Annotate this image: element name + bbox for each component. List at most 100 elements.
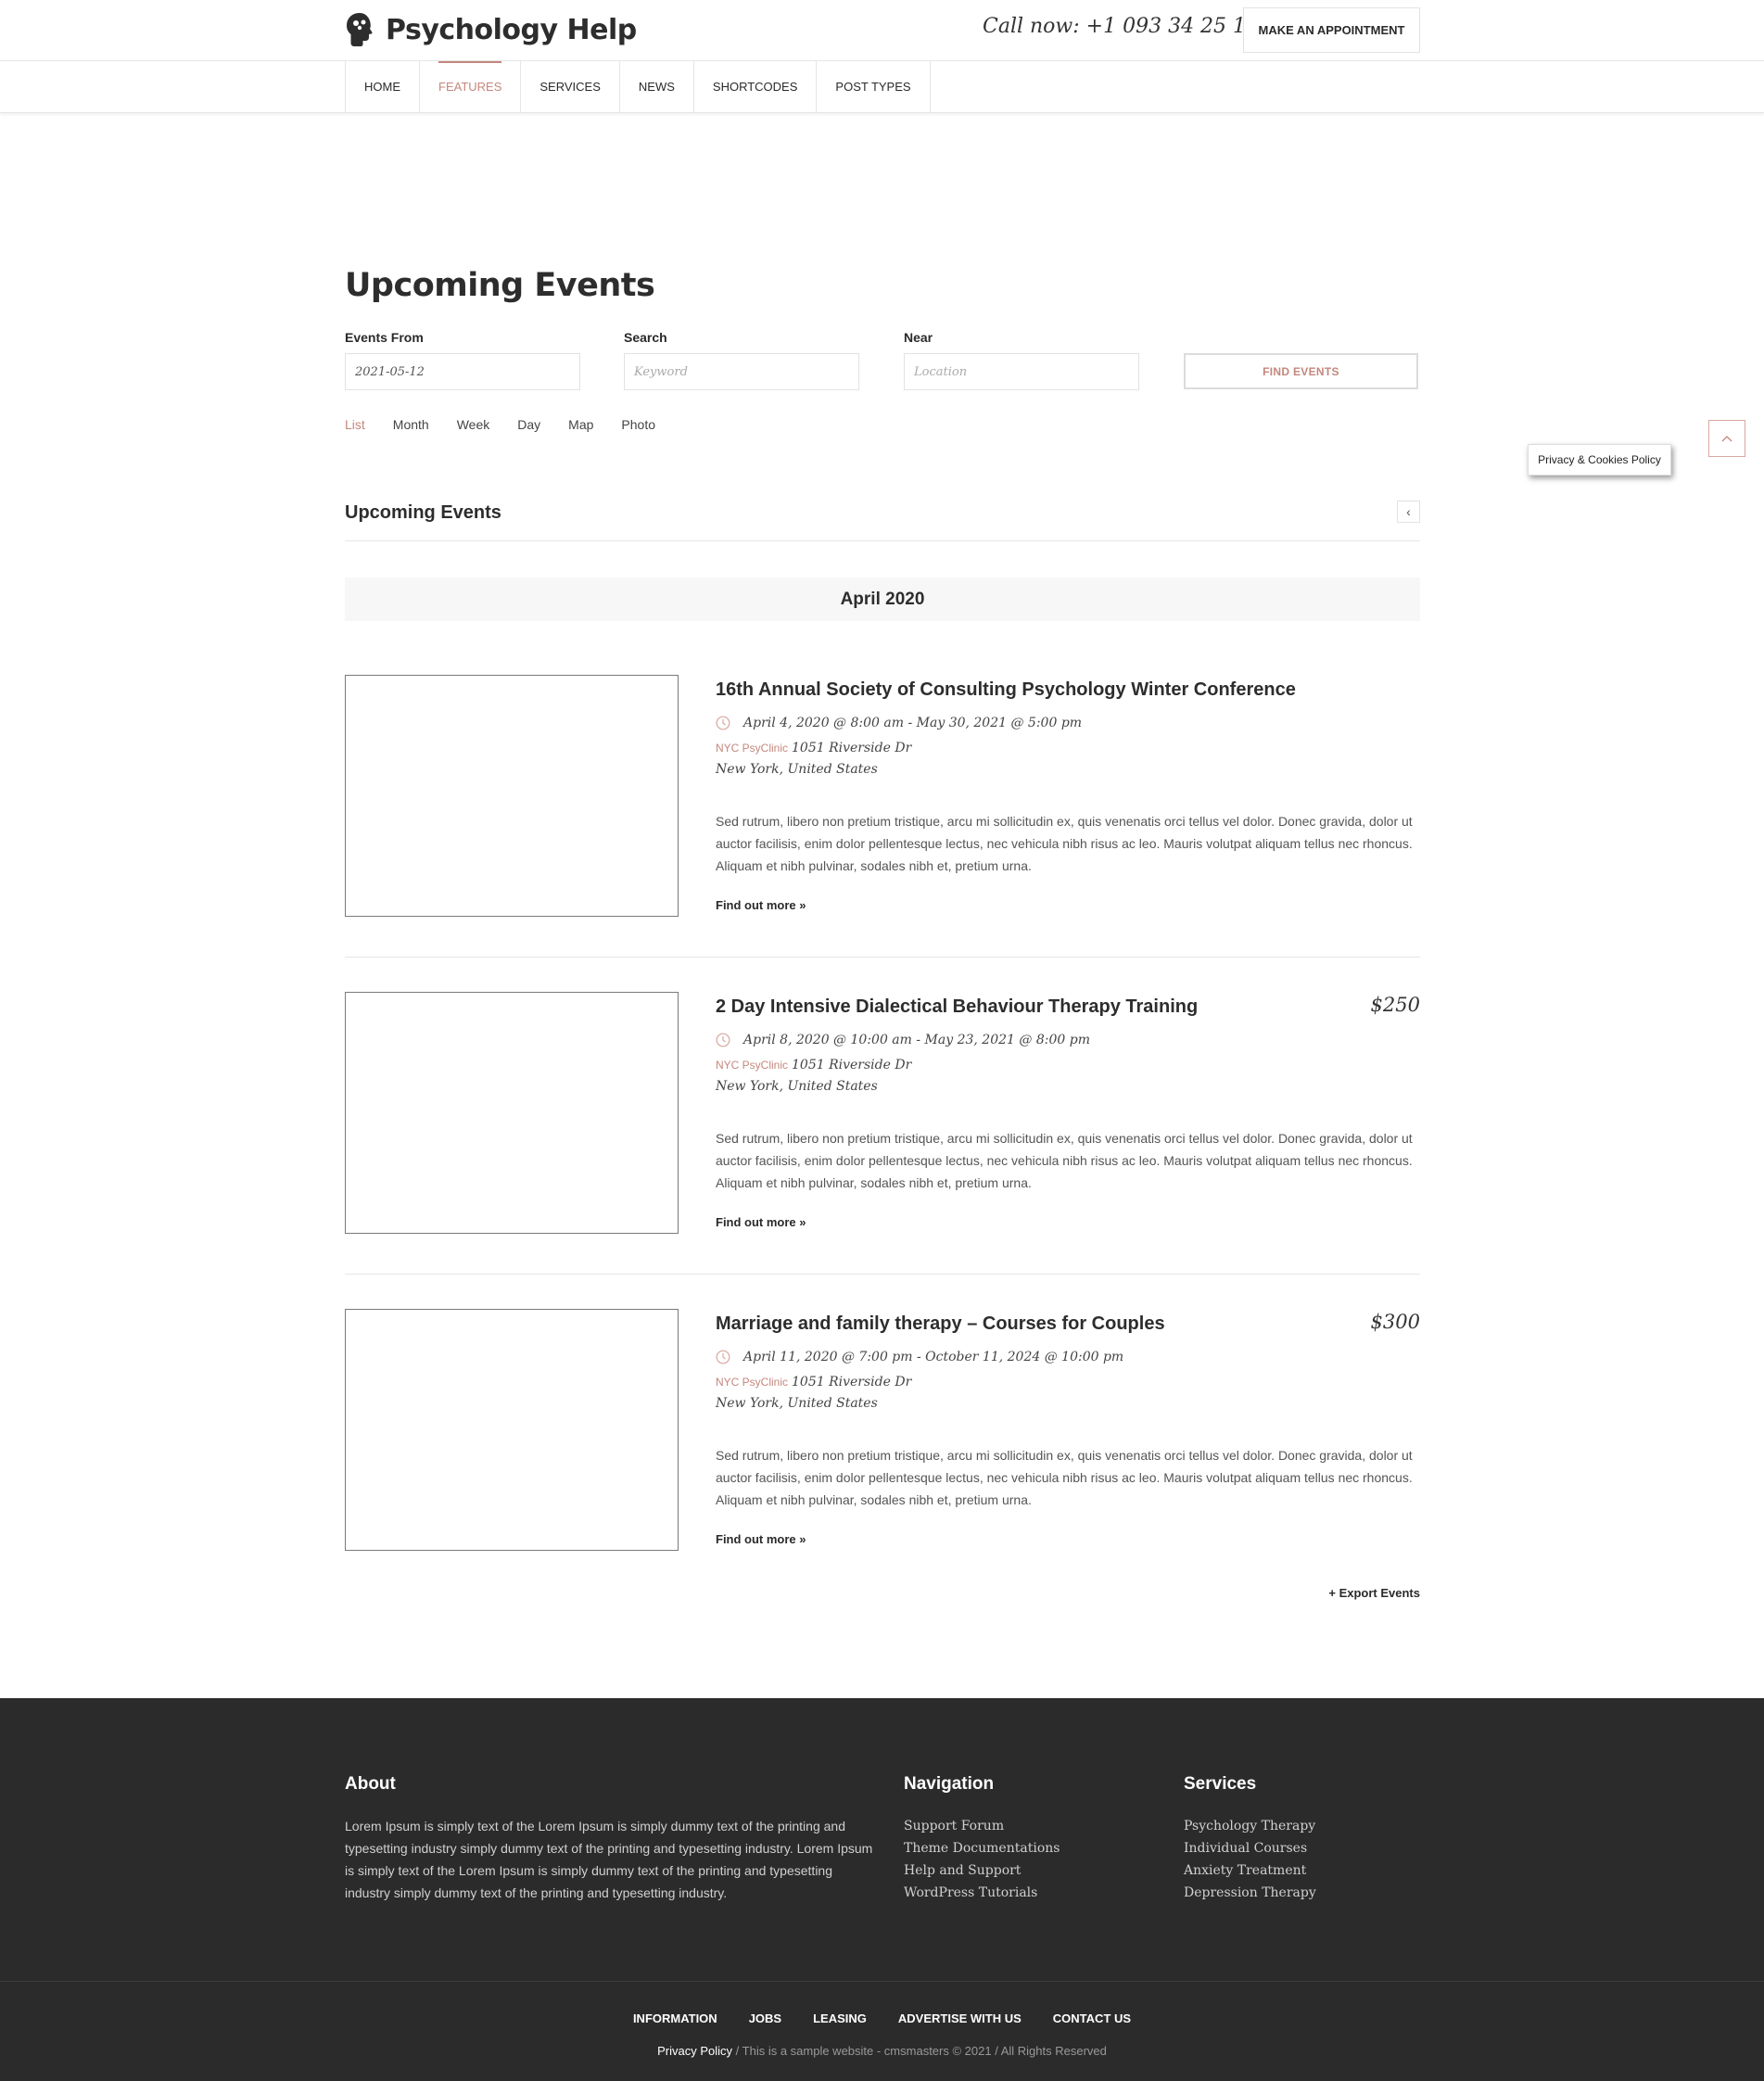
- privacy-cookies-popup[interactable]: Privacy & Cookies Policy: [1528, 444, 1671, 476]
- chevron-left-icon: ‹: [1406, 504, 1411, 519]
- event-image[interactable]: [345, 992, 679, 1234]
- site-header: Psychology Help Call now: +1 093 34 25 1…: [0, 0, 1764, 61]
- copyright-text: / This is a sample website - cmsmasters …: [732, 2044, 1107, 2058]
- event-item: 2 Day Intensive Dialectical Behaviour Th…: [345, 992, 1420, 1235]
- footer-navigation-list: Support Forum Theme Documentations Help an…: [904, 1815, 1060, 1904]
- venue-link[interactable]: NYC PsyClinic: [716, 1059, 788, 1072]
- venue-city: New York, United States: [716, 1079, 878, 1094]
- location-input[interactable]: Location: [904, 353, 1139, 390]
- month-heading: April 2020: [345, 577, 1420, 621]
- event-image[interactable]: [345, 675, 679, 917]
- footer-bottom-links: INFORMATION JOBS LEASING ADVERTISE WITH US C…: [0, 2011, 1764, 2025]
- footer-link-contact-us[interactable]: CONTACT US: [1053, 2011, 1131, 2025]
- clock-icon: [716, 716, 730, 730]
- page-title: Upcoming Events: [345, 267, 655, 304]
- view-switcher: List Month Week Day Map Photo: [345, 417, 683, 432]
- footer-nav-link[interactable]: Support Forum: [904, 1815, 1060, 1837]
- footer-nav-link[interactable]: Help and Support: [904, 1859, 1060, 1882]
- find-out-more-link[interactable]: Find out more »: [716, 1215, 806, 1229]
- footer-services-list: Psychology Therapy Individual Courses Anxi…: [1184, 1815, 1316, 1904]
- nav-menu: HOME FEATURES SERVICES NEWS SHORTCODES POST T…: [345, 61, 931, 112]
- nav-item-features[interactable]: FEATURES: [420, 61, 522, 112]
- events-from-input[interactable]: 2021-05-12: [345, 353, 580, 390]
- event-venue: NYC PsyClinic 1051 Riverside Dr: [716, 1058, 911, 1072]
- footer-link-advertise-with-us[interactable]: ADVERTISE WITH US: [898, 2011, 1022, 2025]
- event-price: $300: [1370, 1311, 1420, 1333]
- event-image[interactable]: [345, 1309, 679, 1551]
- chevron-up-icon: [1721, 436, 1732, 442]
- make-appointment-button[interactable]: MAKE AN APPOINTMENT: [1243, 7, 1420, 53]
- clock-icon: [716, 1033, 730, 1047]
- footer-service-link[interactable]: Anxiety Treatment: [1184, 1859, 1316, 1882]
- nav-item-post-types[interactable]: POST TYPES: [817, 61, 931, 112]
- event-item: 16th Annual Society of Consulting Psycho…: [345, 675, 1420, 918]
- main-navigation: HOME FEATURES SERVICES NEWS SHORTCODES POST T…: [0, 61, 1764, 113]
- scroll-to-top-button[interactable]: [1708, 420, 1745, 457]
- footer-about-text: Lorem Ipsum is simply text of the Lorem …: [345, 1819, 873, 1900]
- site-name: Psychology Help: [386, 13, 637, 46]
- export-events-link[interactable]: + Export Events: [1327, 1586, 1420, 1600]
- event-title[interactable]: 16th Annual Society of Consulting Psycho…: [716, 679, 1296, 701]
- previous-events-button[interactable]: ‹: [1397, 501, 1420, 523]
- search-input[interactable]: Keyword: [624, 353, 859, 390]
- event-title[interactable]: 2 Day Intensive Dialectical Behaviour Th…: [716, 996, 1198, 1018]
- footer-link-information[interactable]: INFORMATION: [633, 2011, 717, 2025]
- events-from-label: Events From: [345, 330, 424, 345]
- footer-link-leasing[interactable]: LEASING: [813, 2011, 867, 2025]
- footer-services-title: Services: [1184, 1774, 1257, 1794]
- event-item: Marriage and family therapy – Courses fo…: [345, 1309, 1420, 1552]
- find-events-button[interactable]: FIND EVENTS: [1184, 353, 1418, 389]
- nav-item-news[interactable]: NEWS: [620, 61, 694, 112]
- list-title: Upcoming Events: [345, 502, 501, 523]
- event-description: Sed rutrum, libero non pretium tristique…: [716, 1131, 1413, 1190]
- near-label: Near: [904, 330, 933, 345]
- view-tab-map[interactable]: Map: [568, 417, 593, 432]
- divider: [345, 540, 1420, 541]
- venue-link[interactable]: NYC PsyClinic: [716, 1376, 788, 1389]
- event-venue: NYC PsyClinic 1051 Riverside Dr: [716, 1375, 911, 1389]
- footer-navigation-title: Navigation: [904, 1774, 995, 1794]
- site-logo[interactable]: Psychology Help: [345, 11, 637, 48]
- event-divider: [345, 957, 1420, 958]
- event-description: Sed rutrum, libero non pretium tristique…: [716, 1448, 1413, 1507]
- view-tab-month[interactable]: Month: [393, 417, 429, 432]
- view-tab-list[interactable]: List: [345, 417, 365, 432]
- event-title[interactable]: Marriage and family therapy – Courses fo…: [716, 1313, 1165, 1335]
- venue-street: 1051 Riverside Dr: [792, 1375, 912, 1389]
- footer-service-link[interactable]: Individual Courses: [1184, 1837, 1316, 1859]
- footer-copyright: Privacy Policy / This is a sample websit…: [0, 2044, 1764, 2058]
- nav-item-shortcodes[interactable]: SHORTCODES: [694, 61, 818, 112]
- footer-divider: [0, 1981, 1764, 1982]
- event-date: April 11, 2020 @ 7:00 pm - October 11, 2…: [743, 1350, 1124, 1364]
- event-date: April 8, 2020 @ 10:00 am - May 23, 2021 …: [743, 1033, 1090, 1047]
- head-brain-icon: [347, 13, 373, 46]
- venue-city: New York, United States: [716, 1396, 878, 1411]
- nav-item-services[interactable]: SERVICES: [521, 61, 620, 112]
- search-label: Search: [624, 330, 667, 345]
- venue-street: 1051 Riverside Dr: [792, 1058, 912, 1072]
- nav-item-home[interactable]: HOME: [346, 61, 420, 112]
- view-tab-photo[interactable]: Photo: [621, 417, 655, 432]
- site-footer: About Lorem Ipsum is simply text of the …: [0, 1698, 1764, 2081]
- event-venue: NYC PsyClinic 1051 Riverside Dr: [716, 741, 911, 755]
- find-out-more-link[interactable]: Find out more »: [716, 1532, 806, 1546]
- event-price: $250: [1370, 994, 1420, 1016]
- event-date: April 4, 2020 @ 8:00 am - May 30, 2021 @…: [743, 716, 1083, 730]
- footer-service-link[interactable]: Psychology Therapy: [1184, 1815, 1316, 1837]
- footer-link-jobs[interactable]: JOBS: [749, 2011, 781, 2025]
- privacy-policy-link[interactable]: Privacy Policy: [657, 2044, 732, 2058]
- footer-service-link[interactable]: Depression Therapy: [1184, 1882, 1316, 1904]
- footer-about-title: About: [345, 1774, 396, 1794]
- footer-nav-link[interactable]: Theme Documentations: [904, 1837, 1060, 1859]
- view-tab-day[interactable]: Day: [517, 417, 540, 432]
- find-out-more-link[interactable]: Find out more »: [716, 898, 806, 912]
- call-now-text: Call now: +1 093 34 25 123: [983, 15, 1273, 38]
- view-tab-week[interactable]: Week: [457, 417, 490, 432]
- clock-icon: [716, 1350, 730, 1364]
- venue-street: 1051 Riverside Dr: [792, 741, 912, 755]
- venue-link[interactable]: NYC PsyClinic: [716, 742, 788, 755]
- event-description: Sed rutrum, libero non pretium tristique…: [716, 814, 1413, 873]
- venue-city: New York, United States: [716, 762, 878, 777]
- footer-nav-link[interactable]: WordPress Tutorials: [904, 1882, 1060, 1904]
- event-divider: [345, 1274, 1420, 1275]
